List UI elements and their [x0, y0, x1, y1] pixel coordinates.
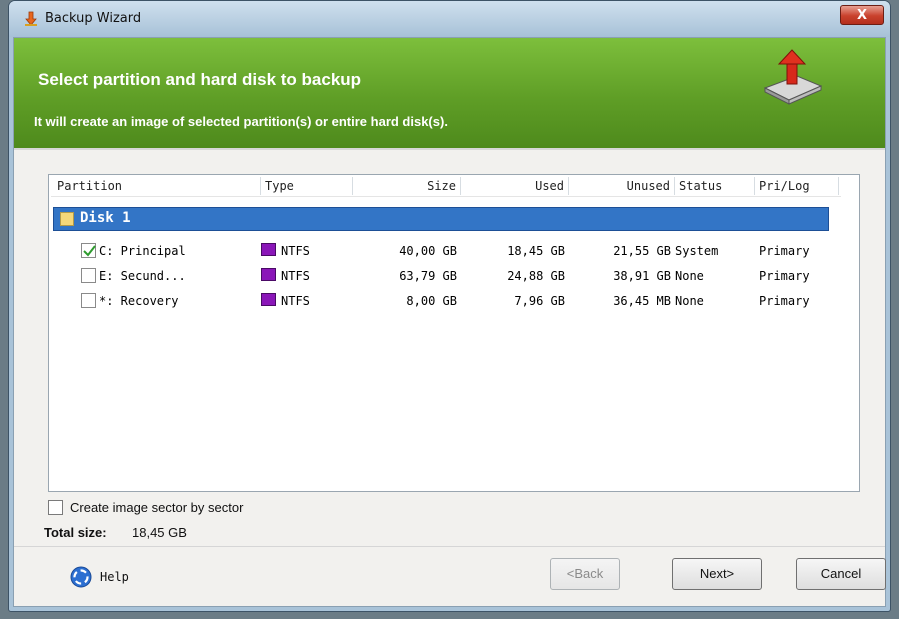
- wizard-client-area: Select partition and hard disk to backup…: [13, 37, 886, 607]
- partition-size: 63,79 GB: [399, 269, 457, 283]
- partition-checkbox[interactable]: [81, 268, 96, 283]
- sector-by-sector-label[interactable]: Create image sector by sector: [70, 500, 243, 515]
- column-header-prilog[interactable]: Pri/Log: [755, 177, 839, 195]
- partition-unused: 36,45 MB: [613, 294, 671, 308]
- partition-used: 18,45 GB: [507, 244, 565, 258]
- help-icon[interactable]: [70, 566, 92, 588]
- partition-list[interactable]: Partition Type Size Used Unused Status P…: [48, 174, 860, 492]
- table-row[interactable]: E: Secund... NTFS 63,79 GB 24,88 GB 38,9…: [49, 264, 859, 288]
- partition-type: NTFS: [281, 294, 310, 308]
- close-button[interactable]: X: [840, 5, 884, 25]
- column-header-size[interactable]: Size: [353, 177, 461, 195]
- banner-subtitle: It will create an image of selected part…: [34, 114, 448, 129]
- column-header-partition[interactable]: Partition: [53, 177, 261, 195]
- partition-checkbox[interactable]: [81, 293, 96, 308]
- partition-size: 40,00 GB: [399, 244, 457, 258]
- next-button[interactable]: Next>: [672, 558, 762, 590]
- partition-status: None: [675, 294, 704, 308]
- cancel-button-label: Cancel: [820, 566, 862, 581]
- partition-checkbox[interactable]: [81, 243, 96, 258]
- partition-unused: 38,91 GB: [613, 269, 671, 283]
- disk-label: Disk 1: [80, 210, 131, 226]
- window-title: Backup Wizard: [45, 11, 142, 26]
- sector-by-sector-checkbox[interactable]: [48, 500, 63, 515]
- backup-wizard-window: Backup Wizard X Select partition and har…: [8, 0, 891, 612]
- column-header-type[interactable]: Type: [261, 177, 353, 195]
- partition-used: 24,88 GB: [507, 269, 565, 283]
- partition-used: 7,96 GB: [514, 294, 565, 308]
- disk-row[interactable]: Disk 1: [53, 207, 829, 231]
- column-header-status[interactable]: Status: [675, 177, 755, 195]
- back-button-label: <Back: [566, 566, 604, 581]
- partition-status: None: [675, 269, 704, 283]
- table-row[interactable]: *: Recovery NTFS 8,00 GB 7,96 GB 36,45 M…: [49, 289, 859, 313]
- partition-name: *: Recovery: [99, 294, 179, 308]
- cancel-button[interactable]: Cancel: [796, 558, 886, 590]
- partition-name: C: Principal: [99, 244, 186, 258]
- wizard-banner: Select partition and hard disk to backup…: [14, 38, 885, 150]
- disk-checkbox[interactable]: [60, 212, 74, 226]
- total-size-label: Total size:: [44, 525, 107, 540]
- partition-prilog: Primary: [759, 294, 810, 308]
- partition-prilog: Primary: [759, 244, 810, 258]
- checkmark-icon: [83, 245, 96, 257]
- partition-type: NTFS: [281, 244, 310, 258]
- header-divider: [51, 196, 841, 197]
- table-row[interactable]: C: Principal NTFS 40,00 GB 18,45 GB 21,5…: [49, 239, 859, 263]
- partition-unused: 21,55 GB: [613, 244, 671, 258]
- ntfs-type-icon: [261, 243, 276, 256]
- partition-prilog: Primary: [759, 269, 810, 283]
- title-bar[interactable]: Backup Wizard X: [9, 1, 890, 37]
- banner-title: Select partition and hard disk to backup: [38, 70, 362, 89]
- next-button-label: Next>: [699, 566, 735, 581]
- partition-type: NTFS: [281, 269, 310, 283]
- list-header: Partition Type Size Used Unused Status P…: [49, 175, 859, 197]
- back-button[interactable]: <Back: [550, 558, 620, 590]
- app-icon: [25, 11, 37, 26]
- partition-name: E: Secund...: [99, 269, 186, 283]
- partition-size: 8,00 GB: [406, 294, 457, 308]
- footer-divider: [14, 546, 885, 547]
- ntfs-type-icon: [261, 268, 276, 281]
- partition-status: System: [675, 244, 719, 258]
- ntfs-type-icon: [261, 293, 276, 306]
- column-header-unused[interactable]: Unused: [569, 177, 675, 195]
- total-size-value: 18,45 GB: [132, 525, 187, 540]
- column-header-used[interactable]: Used: [461, 177, 569, 195]
- help-label[interactable]: Help: [100, 570, 129, 584]
- backup-drive-icon: [763, 49, 823, 105]
